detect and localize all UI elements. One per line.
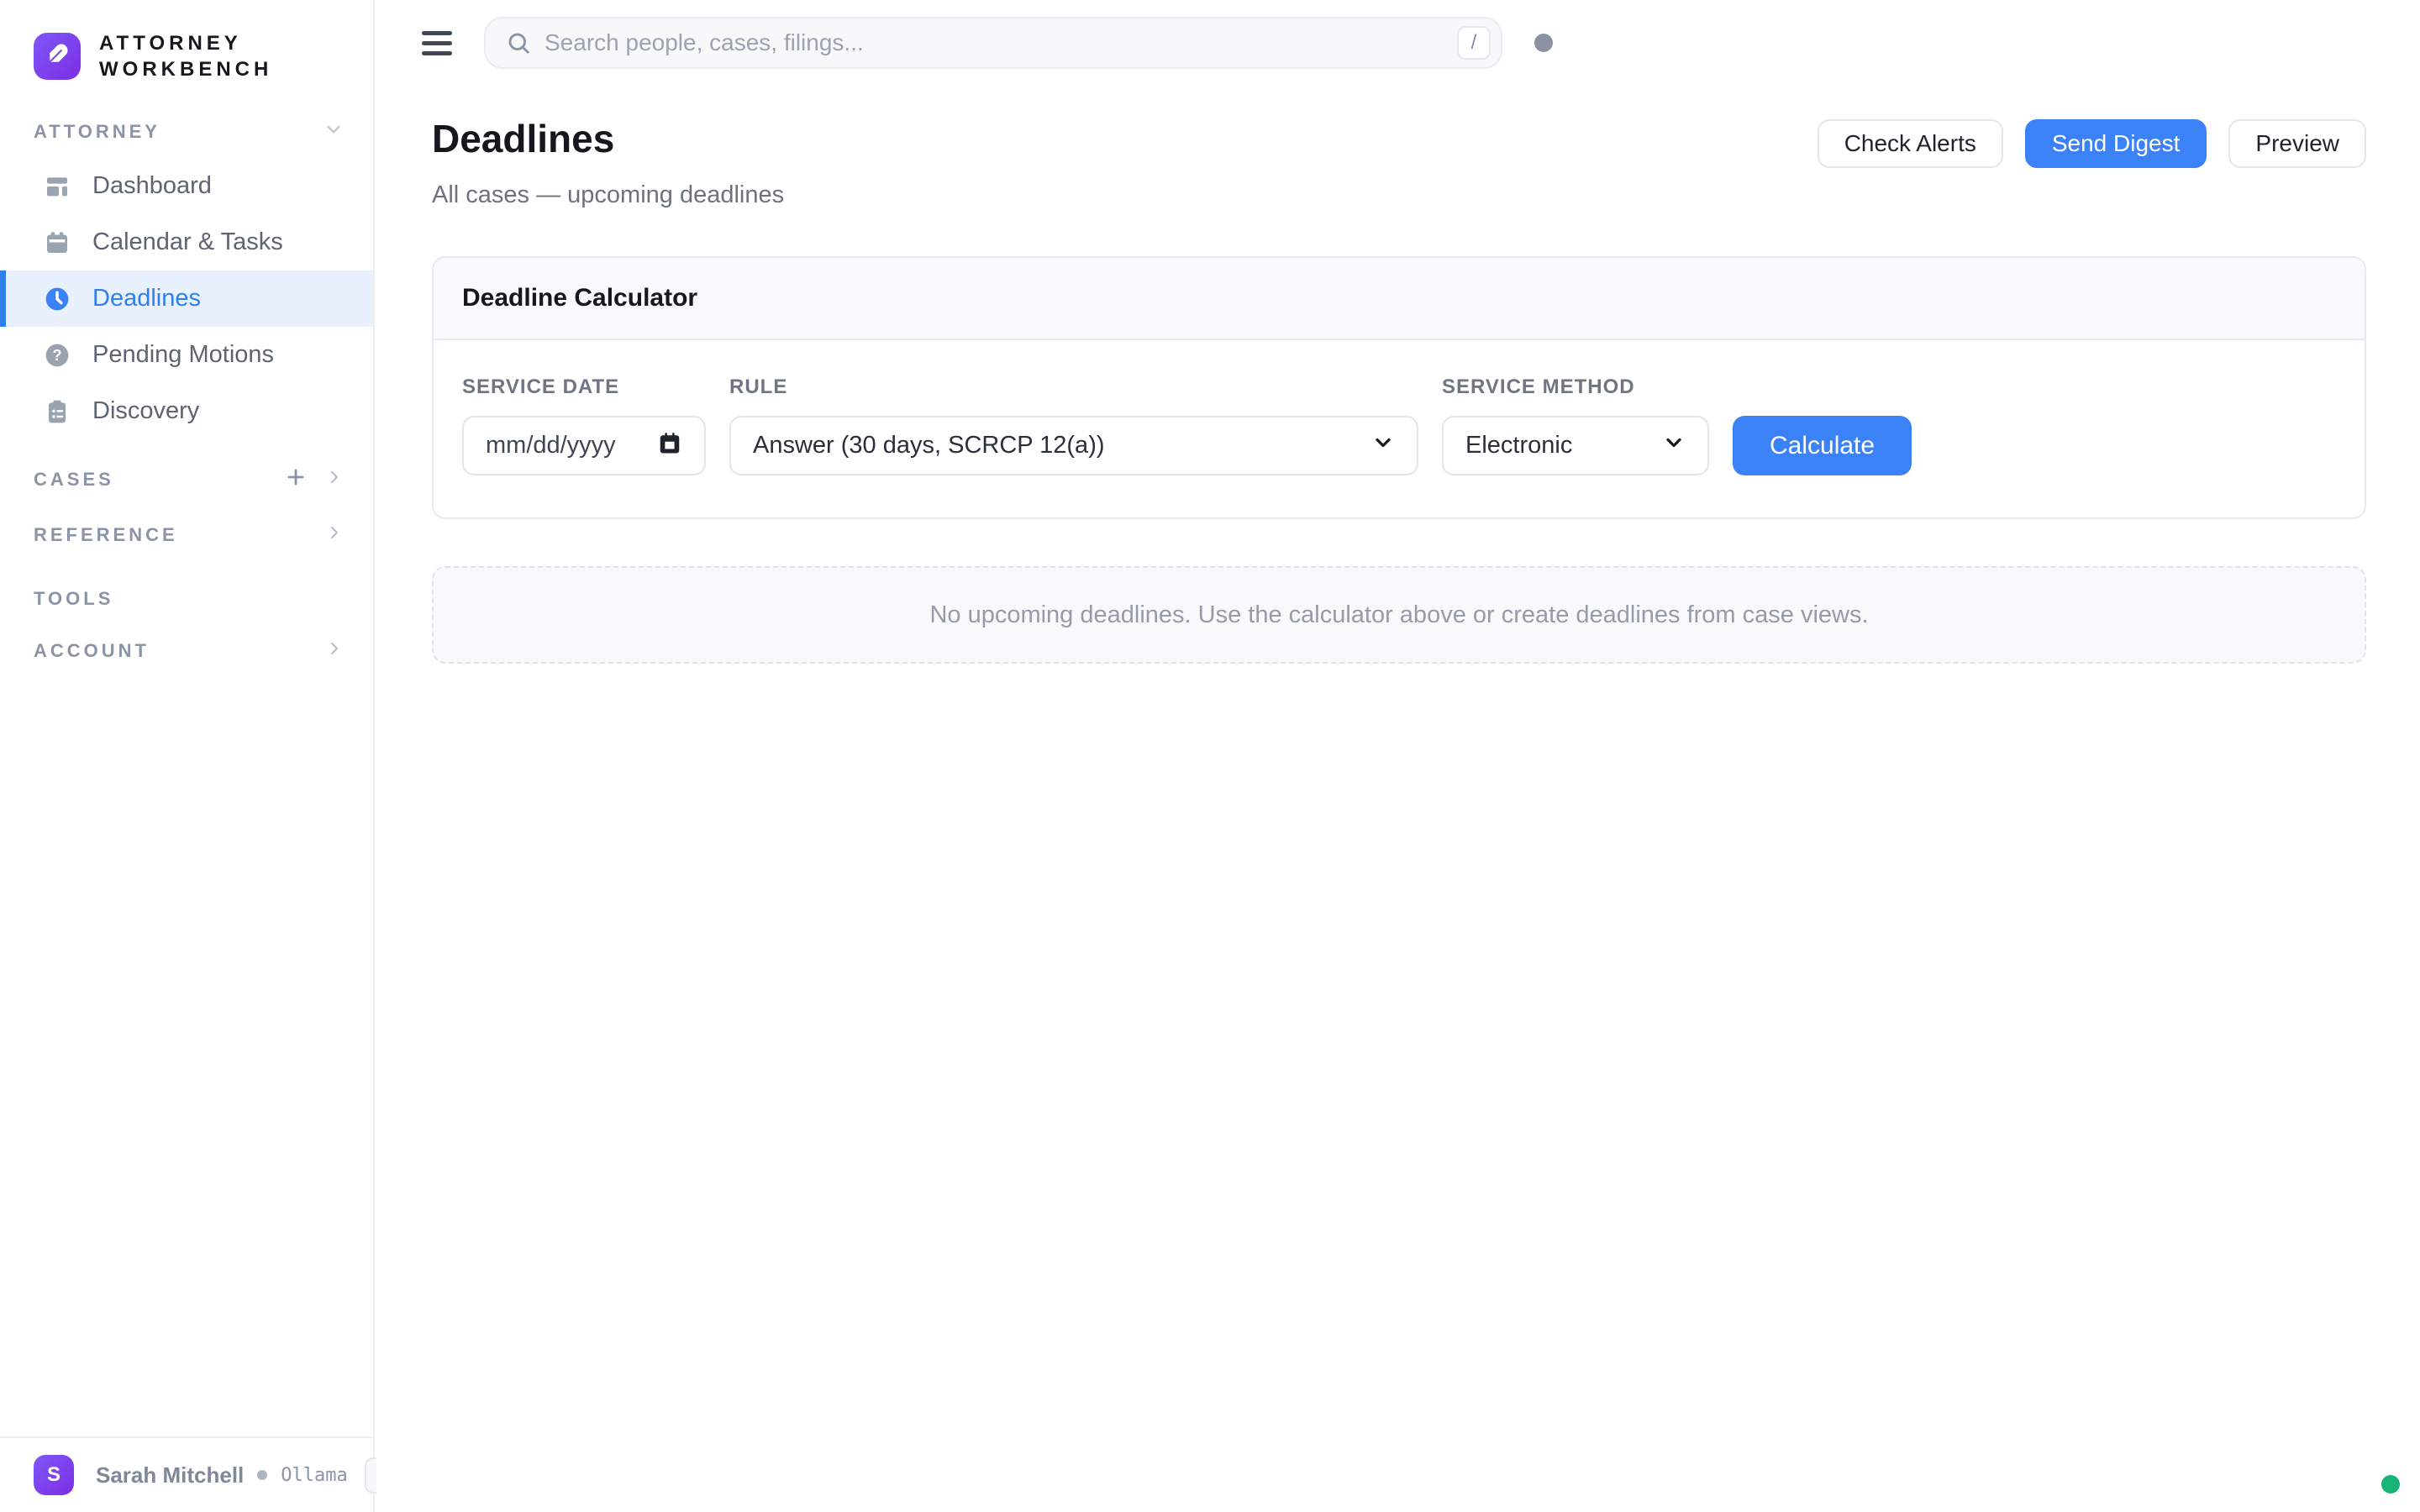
sidebar-group-label: CASES (34, 469, 114, 491)
sidebar-group-label: TOOLS (34, 588, 113, 610)
page-subtitle: All cases — upcoming deadlines (432, 181, 784, 209)
calendar-icon (44, 229, 71, 256)
sidebar-item-dashboard[interactable]: Dashboard (0, 158, 373, 214)
service-date-label: SERVICE DATE (462, 375, 706, 399)
user-panel[interactable]: S Sarah Mitchell Ollama v3.4 (0, 1436, 373, 1512)
add-case-icon[interactable] (284, 465, 308, 494)
sidebar-item-calendar-tasks[interactable]: Calendar & Tasks (0, 214, 373, 270)
sidebar-item-label: Pending Motions (92, 341, 274, 369)
engine-label: Ollama (281, 1465, 347, 1486)
rule-label: RULE (729, 375, 1418, 399)
sidebar-item-discovery[interactable]: Discovery (0, 383, 373, 439)
sidebar-item-pending-motions[interactable]: ? Pending Motions (0, 327, 373, 383)
calculator-form: SERVICE DATE mm/dd/yyyy RULE (434, 340, 2365, 517)
clock-icon (44, 286, 71, 312)
service-method-select[interactable]: Electronic (1442, 416, 1709, 475)
sidebar-item-label: Discovery (92, 397, 199, 425)
rule-select[interactable]: Answer (30 days, SCRCP 12(a)) (729, 416, 1418, 475)
service-date-field-group: SERVICE DATE mm/dd/yyyy (462, 375, 706, 475)
empty-state: No upcoming deadlines. Use the calculato… (432, 566, 2366, 664)
sidebar-nav: Dashboard Calendar & Tasks Deadlines (0, 158, 373, 439)
sidebar-section-label: ATTORNEY (34, 121, 160, 143)
status-indicator-dot[interactable] (1534, 34, 1553, 52)
sidebar-item-deadlines[interactable]: Deadlines (0, 270, 373, 327)
chevron-right-icon[interactable] (324, 638, 345, 664)
chevron-right-icon[interactable] (324, 522, 345, 548)
chevron-down-icon[interactable] (323, 118, 345, 145)
page-actions: Check Alerts Send Digest Preview (1818, 119, 2366, 168)
app-title: ATTORNEY WORKBENCH (99, 30, 272, 82)
hamburger-menu-icon[interactable] (422, 31, 452, 55)
global-search[interactable]: / (484, 17, 1502, 69)
sidebar-group-cases[interactable]: CASES (0, 461, 373, 498)
sidebar-group-reference[interactable]: REFERENCE (0, 517, 373, 554)
service-date-value: mm/dd/yyyy (486, 432, 616, 459)
calculator-header: Deadline Calculator (434, 258, 2365, 340)
sidebar-group-tools[interactable]: TOOLS (0, 580, 373, 617)
brand: ATTORNEY WORKBENCH (34, 30, 373, 82)
avatar-initial: S (47, 1463, 60, 1487)
sidebar-group-account[interactable]: ACCOUNT (0, 633, 373, 669)
rule-field-group: RULE Answer (30 days, SCRCP 12(a)) (729, 375, 1418, 475)
feather-quill-icon (45, 42, 70, 71)
dashboard-icon (44, 173, 71, 200)
chevron-right-icon[interactable] (324, 467, 345, 492)
sidebar-group-label: ACCOUNT (34, 640, 150, 662)
preview-button[interactable]: Preview (2228, 119, 2366, 168)
question-icon: ? (44, 342, 71, 369)
deadline-calculator-card: Deadline Calculator SERVICE DATE mm/dd/y… (432, 256, 2366, 519)
service-method-field-group: SERVICE METHOD Electronic (1442, 375, 1709, 475)
service-date-input[interactable]: mm/dd/yyyy (462, 416, 706, 475)
empty-state-message: No upcoming deadlines. Use the calculato… (929, 601, 1868, 629)
page-header: Deadlines All cases — upcoming deadlines… (376, 69, 2420, 209)
slash-shortcut-key: / (1457, 26, 1491, 60)
send-digest-button[interactable]: Send Digest (2025, 119, 2207, 168)
search-icon (506, 30, 531, 55)
calculate-button[interactable]: Calculate (1733, 416, 1912, 475)
rule-selected-value: Answer (30 days, SCRCP 12(a)) (753, 432, 1105, 459)
sidebar-group-label: REFERENCE (34, 524, 178, 546)
topbar: / (376, 0, 2420, 69)
chevron-down-icon (1371, 431, 1395, 461)
service-method-selected-value: Electronic (1465, 432, 1572, 459)
search-input[interactable] (544, 29, 1457, 56)
sidebar-item-label: Deadlines (92, 285, 201, 312)
check-alerts-button[interactable]: Check Alerts (1818, 119, 2003, 168)
sidebar-section-attorney[interactable]: ATTORNEY (0, 119, 373, 144)
online-status-dot (2381, 1475, 2400, 1494)
chevron-down-icon (1662, 431, 1686, 461)
separator-dot (257, 1470, 267, 1480)
sidebar-item-label: Dashboard (92, 172, 212, 200)
service-method-label: SERVICE METHOD (1442, 375, 1709, 399)
page-title: Deadlines (432, 116, 784, 161)
sidebar: ATTORNEY WORKBENCH ATTORNEY Dashboard (0, 0, 375, 1512)
calendar-picker-icon[interactable] (657, 430, 682, 462)
calculator-title: Deadline Calculator (462, 284, 697, 312)
avatar: S (34, 1455, 74, 1495)
app-logo (34, 33, 81, 80)
clipboard-icon (44, 398, 71, 425)
sidebar-item-label: Calendar & Tasks (92, 228, 283, 256)
main-content: / Deadlines All cases — upcoming deadlin… (376, 0, 2420, 1512)
user-name: Sarah Mitchell (96, 1462, 244, 1488)
svg-text:?: ? (53, 347, 62, 364)
